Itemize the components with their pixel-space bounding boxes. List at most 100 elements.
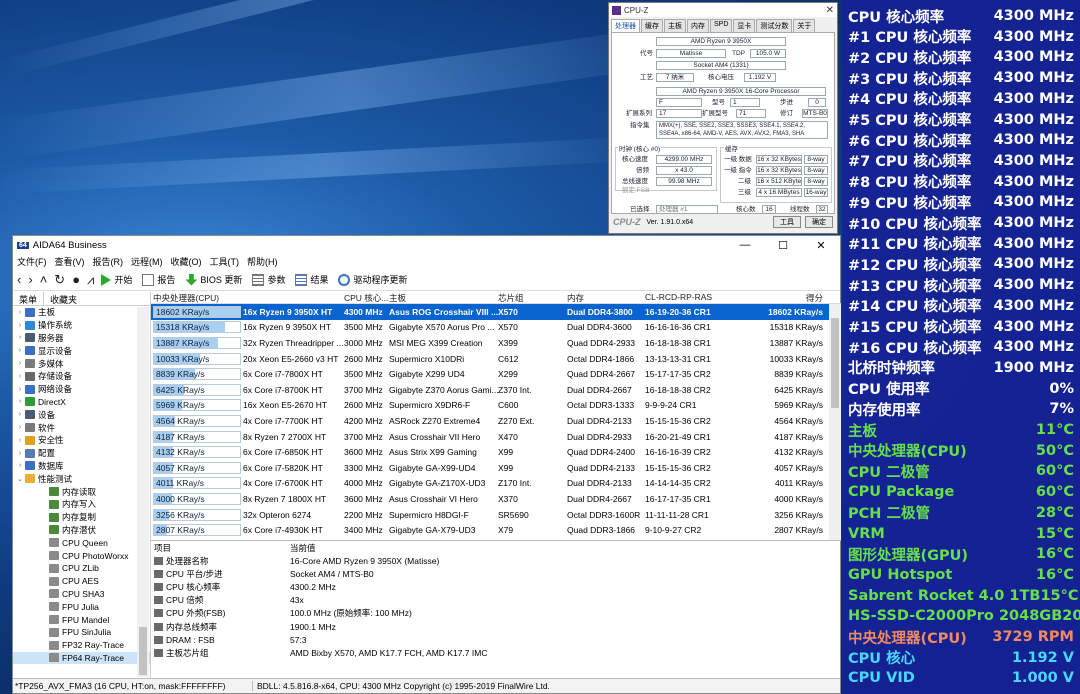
tree-item[interactable]: › 显示设备 (13, 344, 150, 357)
table-row[interactable]: 13887 KRay/s 32x Ryzen Threadripper ... 30… (151, 335, 841, 351)
expand-icon[interactable]: › (15, 462, 25, 469)
tree-item[interactable]: CPU ZLib (13, 562, 150, 575)
table-row[interactable]: 4564 KRay/s 4x Core i7-7700K HT 4200 MHz AS… (151, 413, 841, 429)
tree-item[interactable]: 内存读取 (13, 485, 150, 498)
tree-item[interactable]: › 主板 (13, 306, 150, 319)
cpuz-tab-spd[interactable]: SPD (710, 19, 733, 32)
cpuz-window[interactable]: CPU-Z ✕ 处理器 缓存 主板 内存 SPD 显卡 测试分数 关于 AMD … (608, 2, 838, 234)
start-button[interactable]: 开始 (101, 273, 132, 286)
expand-icon[interactable]: › (15, 334, 25, 341)
tree-item[interactable]: ⌄ 性能测试 (13, 472, 150, 485)
tree-item[interactable]: CPU AES (13, 575, 150, 588)
tree-item[interactable]: FPU SinJulia (13, 626, 150, 639)
tree-item[interactable]: CPU Queen (13, 536, 150, 549)
table-row[interactable]: 4011 KRay/s 4x Core i7-6700K HT 4000 MHz Gi… (151, 476, 841, 492)
expand-icon[interactable]: › (15, 398, 25, 405)
tree-item[interactable]: FPU Mandel (13, 613, 150, 626)
cpuz-tab-mainboard[interactable]: 主板 (664, 19, 686, 32)
expand-icon[interactable]: ⌄ (15, 475, 25, 483)
cpuz-tab-bench[interactable]: 测试分数 (756, 19, 793, 32)
expand-icon[interactable]: › (15, 373, 25, 380)
detail-row[interactable]: CPU 平台/步进 Socket AM4 / MTS-B0 (151, 567, 841, 580)
detail-row[interactable]: DRAM : FSB 57:3 (151, 633, 841, 646)
tree-item[interactable]: CPU SHA3 (13, 588, 150, 601)
table-row[interactable]: 2807 KRay/s 6x Core i7-4930K HT 3400 MHz Gi… (151, 522, 841, 538)
tree-item[interactable]: FP64 Ray-Trace (13, 651, 150, 665)
cpuz-tab-cache[interactable]: 缓存 (641, 19, 663, 32)
table-row[interactable]: 4057 KRay/s 6x Core i7-5820K HT 3300 MHz Gi… (151, 460, 841, 476)
bios-update-button[interactable]: BIOS 更新 (185, 273, 242, 286)
up-icon[interactable]: ˄ (40, 272, 48, 287)
detail-row[interactable]: 处理器名称 16-Core AMD Ryzen 9 3950X (Matisse) (151, 554, 841, 567)
menu-tools[interactable]: 工具(T) (210, 255, 240, 268)
table-row[interactable]: 4000 KRay/s 8x Ryzen 7 1800X HT 3600 MHz As… (151, 491, 841, 507)
col-header-cpu-name[interactable] (242, 292, 344, 303)
menu-file[interactable]: 文件(F) (17, 255, 47, 268)
aida64-title-bar[interactable]: 64 AIDA64 Business — ☐ ✕ (13, 236, 840, 254)
aida64-window[interactable]: 64 AIDA64 Business — ☐ ✕ 文件(F) 查看(V) 报告(… (12, 235, 841, 694)
expand-icon[interactable]: › (15, 450, 25, 457)
tree-item[interactable]: 内存潜伏 (13, 524, 150, 537)
nav-scrollbar[interactable] (137, 307, 149, 677)
expand-icon[interactable]: › (15, 437, 25, 444)
tree-item[interactable]: › 安全性 (13, 434, 150, 447)
params-button[interactable]: 参数 (252, 273, 285, 286)
tree-item[interactable]: › DirectX (13, 396, 150, 409)
menu-help[interactable]: 帮助(H) (247, 255, 278, 268)
table-row[interactable]: 6425 KRay/s 6x Core i7-8700K HT 3700 MHz Gi… (151, 382, 841, 398)
cpuz-selection-dropdown[interactable]: 处理器 #1 (656, 205, 718, 214)
back-icon[interactable]: ‹ (17, 272, 21, 287)
cpuz-tab-about[interactable]: 关于 (793, 19, 816, 32)
cpuz-tab-graphics[interactable]: 显卡 (733, 19, 756, 32)
detail-header-value[interactable]: 当前值 (290, 542, 316, 554)
col-header-motherboard[interactable]: 主板 (389, 292, 498, 303)
tree-item[interactable]: 内存写入 (13, 498, 150, 511)
table-scrollbar-thumb[interactable] (831, 318, 839, 408)
close-icon[interactable]: ✕ (802, 239, 840, 252)
driver-update-button[interactable]: 驱动程序更新 (338, 273, 407, 286)
expand-icon[interactable]: › (15, 424, 25, 431)
detail-row[interactable]: CPU 外频(FSB) 100.0 MHz (原始频率: 100 MHz) (151, 607, 841, 620)
detail-row[interactable]: CPU 倍频 43x (151, 594, 841, 607)
refresh-icon[interactable]: ↻ (54, 272, 65, 288)
cpuz-tools-button[interactable]: 工具 (773, 216, 801, 228)
table-row[interactable]: 10033 KRay/s 20x Xeon E5-2660 v3 HT 2600 M… (151, 351, 841, 367)
table-scrollbar[interactable] (829, 304, 841, 540)
cpuz-close-icon[interactable]: ✕ (826, 5, 834, 16)
tree-item[interactable]: › 配置 (13, 447, 150, 460)
tree-item[interactable]: › 软件 (13, 421, 150, 434)
table-row[interactable]: 15318 KRay/s 16x Ryzen 9 3950X HT 3500 MHz… (151, 320, 841, 336)
col-header-timings[interactable]: CL-RCD-RP-RAS (645, 292, 749, 303)
expand-icon[interactable]: › (15, 411, 25, 418)
tree-item[interactable]: › 多媒体 (13, 357, 150, 370)
expand-icon[interactable]: › (15, 360, 25, 367)
tree-item[interactable]: CPU PhotoWorxx (13, 549, 150, 562)
tree-item[interactable]: 内存复制 (13, 511, 150, 524)
expand-icon[interactable]: › (15, 309, 25, 316)
nav-scrollbar-thumb[interactable] (139, 627, 147, 675)
expand-icon[interactable]: › (15, 347, 25, 354)
col-header-cpu[interactable]: 中央处理器(CPU) (151, 292, 242, 303)
user-icon[interactable]: ● (72, 272, 80, 287)
table-row[interactable]: 8839 KRay/s 6x Core i7-7800X HT 3500 MHz Gi… (151, 366, 841, 382)
tab-favorites[interactable]: 收藏夹 (44, 292, 83, 305)
tree-item[interactable]: › 存储设备 (13, 370, 150, 383)
chart-icon[interactable]: ⩘ (87, 272, 94, 288)
table-row[interactable]: 4187 KRay/s 8x Ryzen 7 2700X HT 3700 MHz As… (151, 429, 841, 445)
tree-item[interactable]: › 操作系统 (13, 319, 150, 332)
table-row[interactable]: 5969 KRay/s 16x Xeon E5-2670 HT 2600 MHz Su… (151, 398, 841, 414)
menu-favorites[interactable]: 收藏(O) (171, 255, 202, 268)
tree-item[interactable]: › 设备 (13, 408, 150, 421)
menu-remote[interactable]: 远程(M) (131, 255, 163, 268)
cpuz-ok-button[interactable]: 确定 (805, 216, 833, 228)
col-header-memory[interactable]: 内存 (567, 292, 645, 303)
table-row[interactable]: 3256 KRay/s 32x Opteron 6274 2200 MHz Super… (151, 507, 841, 523)
detail-row[interactable]: CPU 核心频率 4300.2 MHz (151, 580, 841, 593)
minimize-icon[interactable]: — (726, 239, 764, 252)
cpuz-tab-cpu[interactable]: 处理器 (611, 19, 640, 32)
report-button[interactable]: 报告 (142, 273, 175, 286)
menu-view[interactable]: 查看(V) (55, 255, 85, 268)
tree-item[interactable]: FP32 Ray-Trace (13, 639, 150, 652)
expand-icon[interactable]: › (15, 322, 25, 329)
tab-menu[interactable]: 菜单 (13, 292, 45, 305)
